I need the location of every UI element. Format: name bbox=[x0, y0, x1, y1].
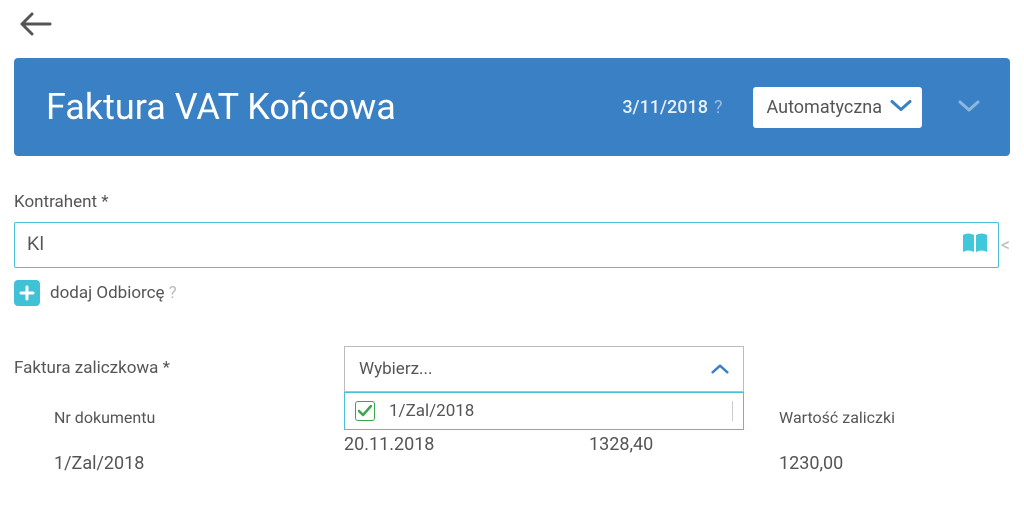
dropdown-panel: 1/Zal/2018 bbox=[344, 392, 744, 430]
advance-invoice-label: Faktura zaliczkowa * bbox=[14, 346, 344, 378]
add-recipient-label: dodaj Odbiorcę bbox=[50, 283, 165, 303]
side-marker-icon: < bbox=[1001, 235, 1010, 256]
cell-date: 20.11.2018 bbox=[344, 434, 589, 455]
type-select[interactable]: Automatyczna bbox=[753, 87, 923, 128]
help-icon[interactable]: ? bbox=[169, 283, 177, 303]
plus-icon bbox=[14, 280, 40, 306]
help-icon[interactable]: ? bbox=[714, 97, 723, 118]
dropdown-placeholder: Wybierz... bbox=[359, 359, 432, 379]
col-header-advance: Wartość zaliczki bbox=[779, 408, 979, 427]
expand-toggle[interactable] bbox=[958, 98, 980, 117]
page-header: Faktura VAT Końcowa 3/11/2018 ? Automaty… bbox=[14, 58, 1010, 156]
page-title: Faktura VAT Końcowa bbox=[46, 86, 396, 128]
checkbox-checked-icon bbox=[355, 401, 375, 421]
cell-gross: 1328,40 bbox=[589, 434, 779, 455]
dropdown-option-label: 1/Zal/2018 bbox=[389, 401, 474, 421]
arrow-left-icon bbox=[20, 12, 52, 36]
chevron-up-icon bbox=[711, 363, 729, 375]
add-recipient-button[interactable]: dodaj Odbiorcę ? bbox=[14, 280, 1010, 306]
cell-advance-value: 1230,00 bbox=[779, 453, 979, 474]
header-date-section: 3/11/2018 ? bbox=[622, 97, 722, 118]
header-date[interactable]: 3/11/2018 bbox=[622, 97, 708, 118]
contractor-label: Kontrahent * bbox=[14, 192, 1010, 212]
chevron-down-icon bbox=[958, 99, 980, 113]
type-select-value: Automatyczna bbox=[767, 97, 883, 118]
back-button[interactable] bbox=[0, 0, 1024, 52]
book-icon bbox=[961, 232, 989, 254]
cell-doc-number: 1/Zal/2018 bbox=[54, 453, 344, 474]
contractor-input[interactable] bbox=[14, 222, 999, 268]
chevron-down-icon bbox=[890, 97, 912, 118]
dropdown-trigger[interactable]: Wybierz... bbox=[344, 346, 744, 392]
advance-invoice-dropdown[interactable]: Wybierz... 1/Zal/2018 bbox=[344, 346, 744, 392]
contacts-button[interactable] bbox=[961, 232, 989, 258]
col-header-doc: Nr dokumentu bbox=[54, 408, 344, 427]
dropdown-option[interactable]: 1/Zal/2018 bbox=[345, 393, 743, 429]
form-area: Kontrahent * < dodaj Odbiorcę ? Faktura … bbox=[0, 162, 1024, 474]
